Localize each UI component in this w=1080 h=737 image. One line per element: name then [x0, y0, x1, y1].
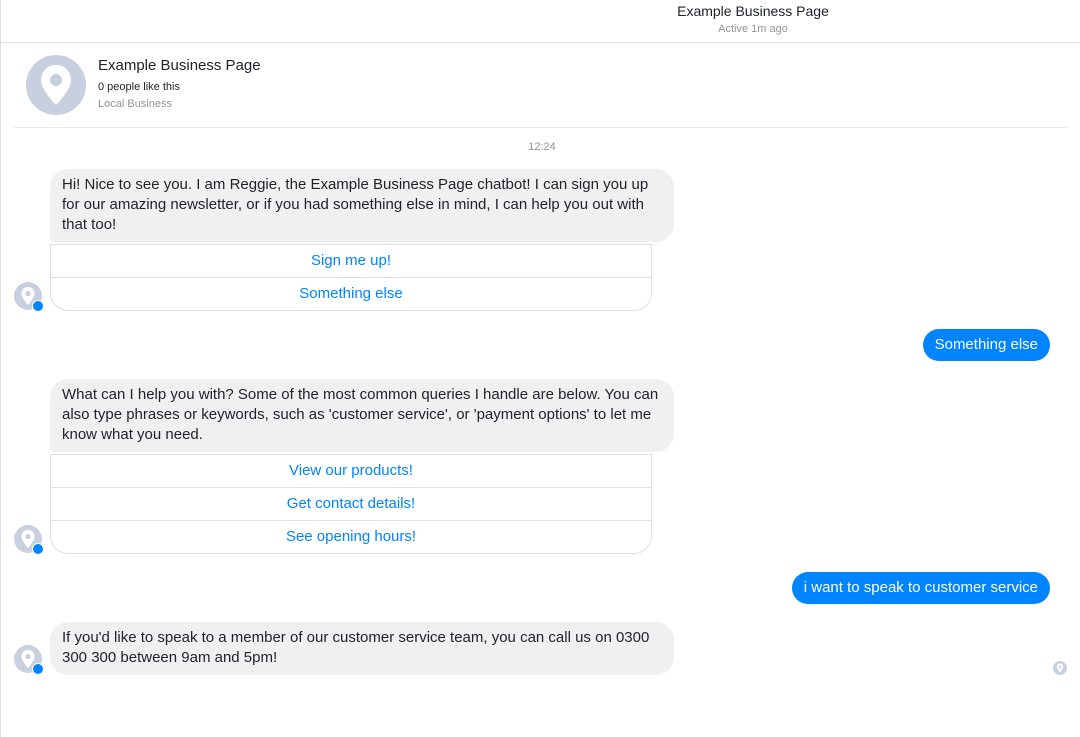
quick-replies: View our products! Get contact details! … — [50, 454, 652, 554]
page-profile-card: Example Business Page 0 people like this… — [14, 43, 1068, 128]
bot-avatar — [14, 525, 44, 555]
bot-avatar — [14, 645, 44, 675]
quick-reply-sign-me-up[interactable]: Sign me up! — [51, 245, 651, 277]
quick-reply-contact-details[interactable]: Get contact details! — [51, 487, 651, 520]
user-message-bubble: i want to speak to customer service — [791, 572, 1050, 604]
quick-reply-view-products[interactable]: View our products! — [51, 455, 651, 487]
page-name[interactable]: Example Business Page — [98, 57, 261, 74]
user-message-bubble: Something else — [922, 329, 1050, 361]
bot-message-bubble: Hi! Nice to see you. I am Reggie, the Ex… — [50, 169, 674, 242]
page-category: Local Business — [98, 98, 172, 110]
messenger-badge-icon — [32, 300, 44, 312]
message-timestamp: 12:24 — [528, 141, 556, 153]
active-status: Active 1m ago — [718, 23, 788, 35]
quick-reply-something-else[interactable]: Something else — [51, 277, 651, 310]
header-title[interactable]: Example Business Page — [1, 3, 1080, 19]
seen-indicator-icon — [1053, 661, 1067, 675]
page-likes: 0 people like this — [98, 81, 180, 93]
conversation-header: Example Business Page Active 1m ago — [1, 0, 1080, 43]
messenger-badge-icon — [32, 543, 44, 555]
quick-replies: Sign me up! Something else — [50, 244, 652, 311]
bot-message-bubble: If you'd like to speak to a member of ou… — [50, 622, 674, 675]
left-border — [0, 0, 1, 737]
messenger-badge-icon — [32, 663, 44, 675]
bot-message-bubble: What can I help you with? Some of the mo… — [50, 379, 674, 452]
map-pin-icon[interactable] — [26, 55, 86, 115]
bot-avatar — [14, 282, 44, 312]
quick-reply-opening-hours[interactable]: See opening hours! — [51, 520, 651, 553]
